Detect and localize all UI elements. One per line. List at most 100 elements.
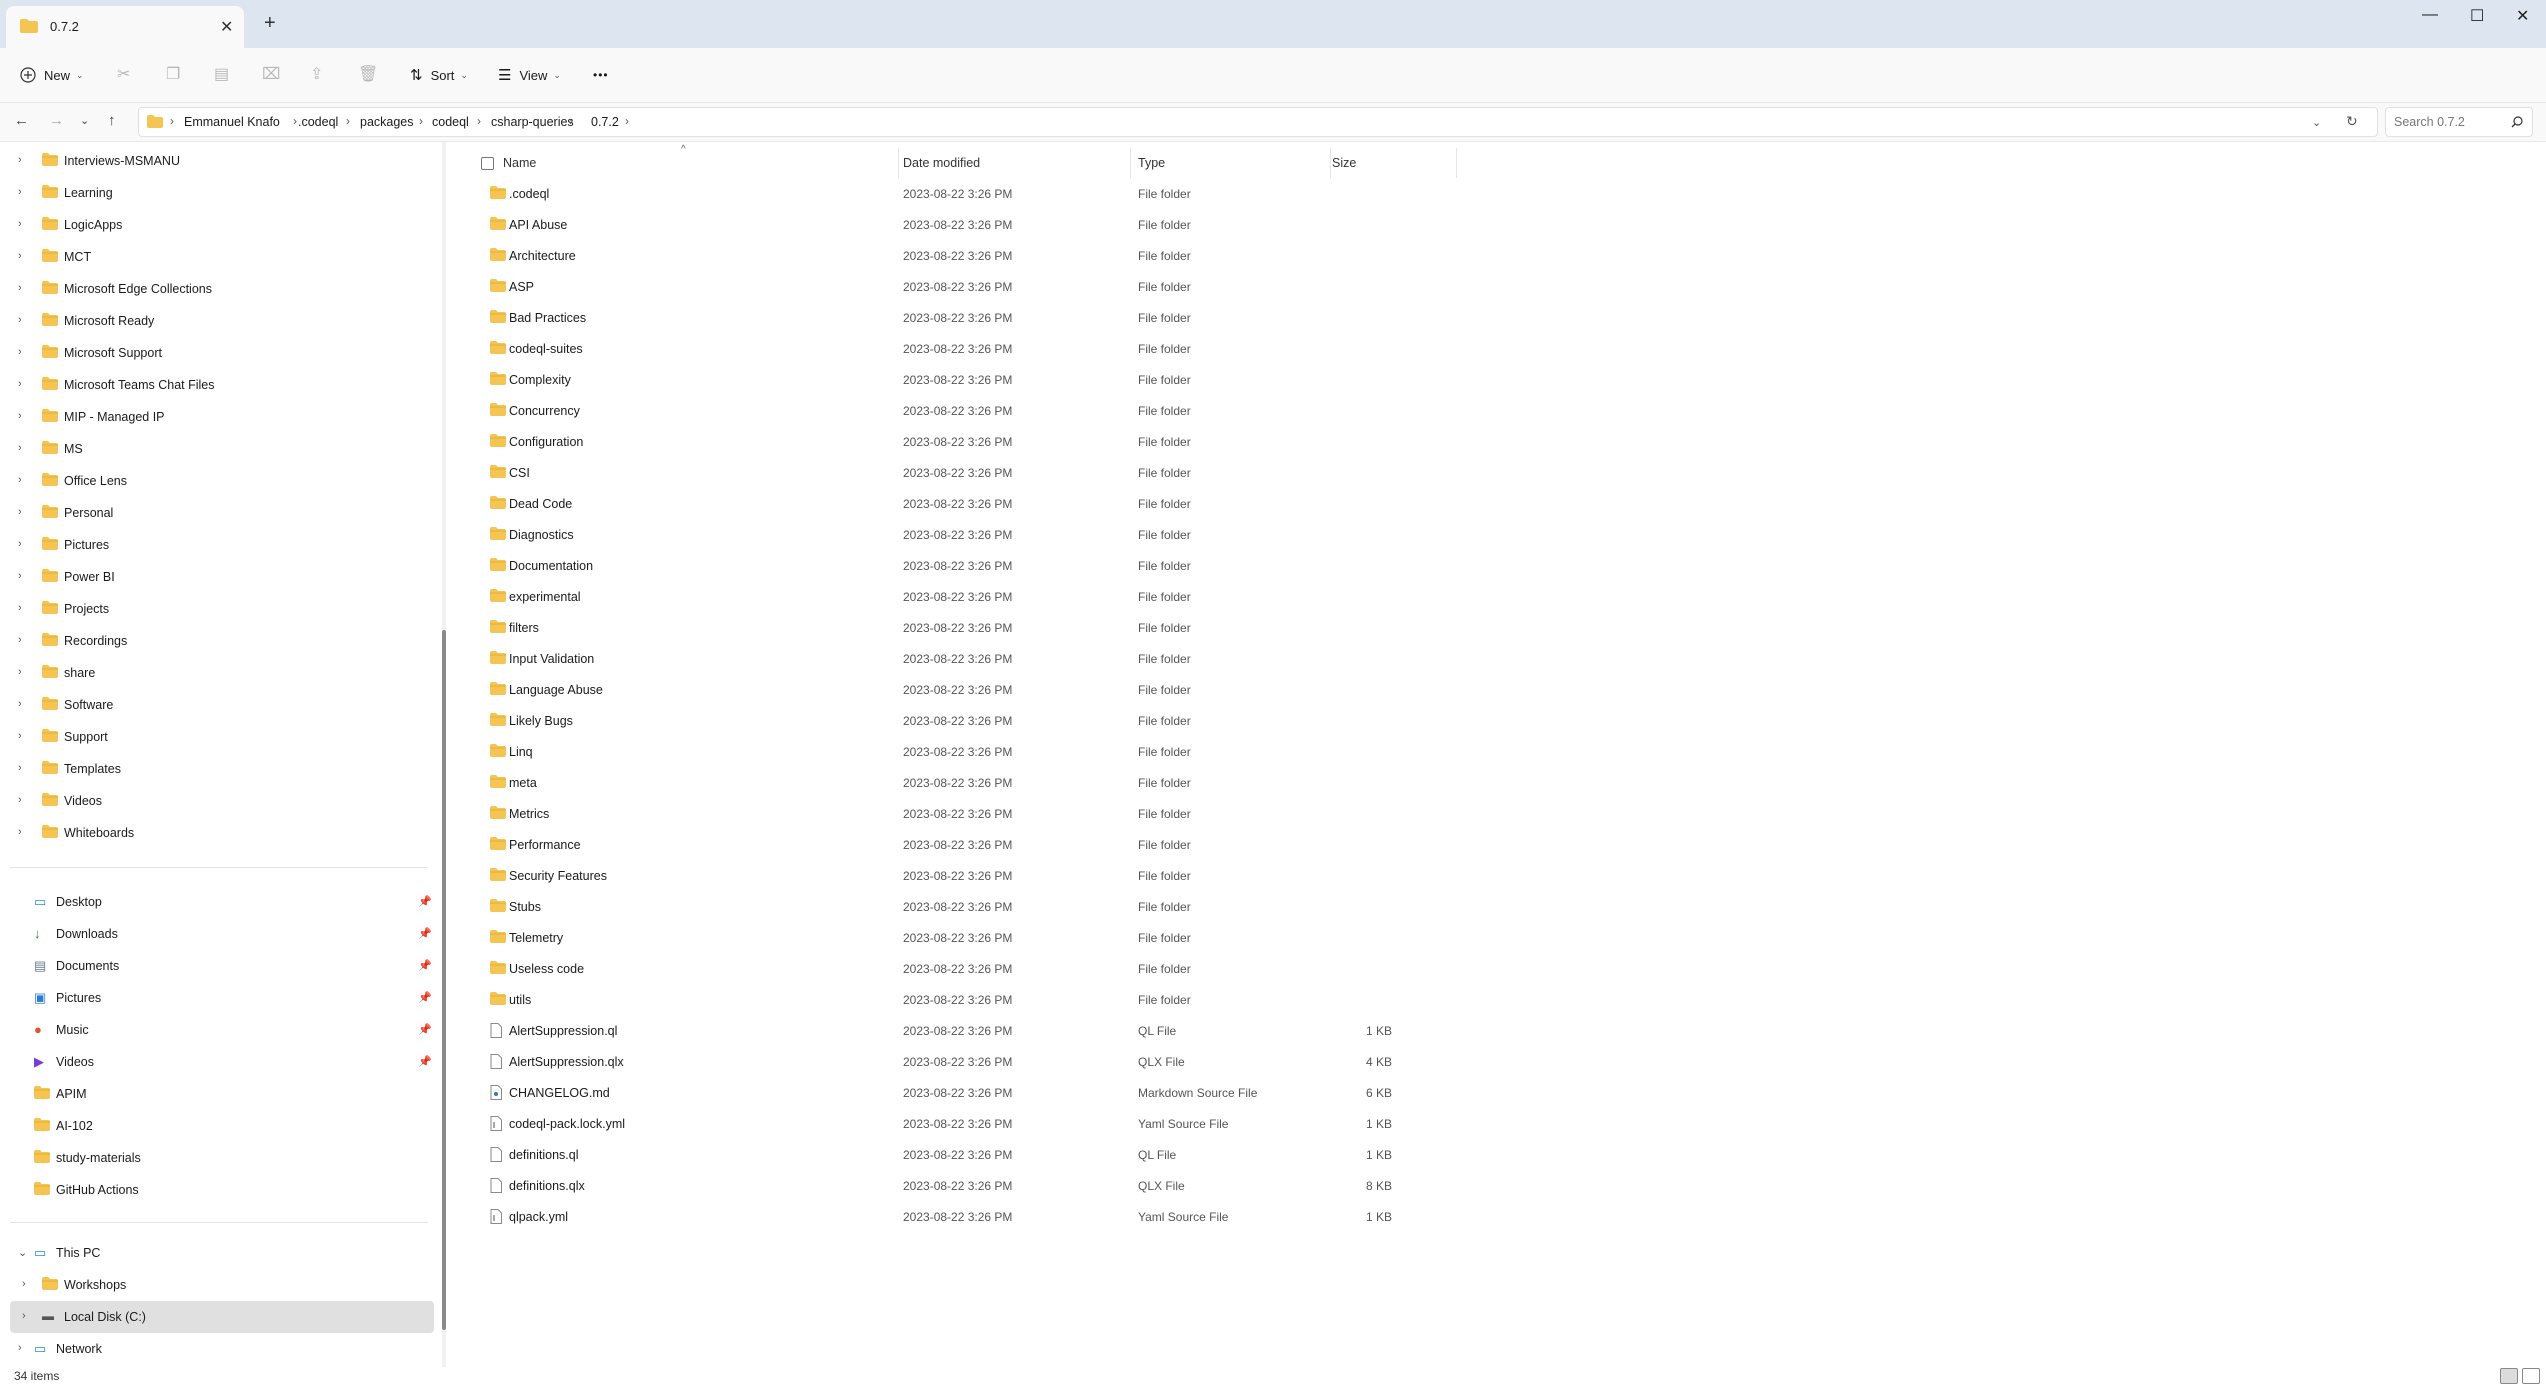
chevron-right-icon[interactable]: ›	[18, 602, 22, 614]
search-box[interactable]: Search 0.7.2	[2385, 107, 2533, 137]
quick-access-item[interactable]: GitHub Actions	[0, 1174, 434, 1206]
chevron-right-icon[interactable]: ›	[18, 442, 22, 454]
file-row[interactable]: Useless code 2023-08-22 3:26 PM File folde…	[480, 954, 1915, 985]
new-button[interactable]: New ⌄	[20, 62, 84, 88]
sidebar-item-this-pc[interactable]: ⌄ ▭ This PC	[0, 1237, 434, 1269]
search-input[interactable]: Search 0.7.2	[2394, 115, 2465, 129]
file-row[interactable]: Bad Practices 2023-08-22 3:26 PM File fold…	[480, 303, 1915, 334]
chevron-right-icon[interactable]: ›	[22, 1310, 26, 1322]
pin-icon[interactable]: 📌	[418, 895, 432, 908]
sidebar-item-workshops[interactable]: › Workshops	[0, 1269, 434, 1301]
address-bar[interactable]: › Emmanuel Knafo › .codeql › packages › …	[138, 107, 2378, 137]
sidebar-item[interactable]: › Power BI	[0, 561, 434, 593]
paste-icon[interactable]: ▤	[214, 64, 229, 84]
recent-chevron-icon[interactable]: ⌄	[80, 114, 89, 127]
sidebar-item[interactable]: › Support	[0, 721, 434, 753]
chevron-right-icon[interactable]: ›	[18, 186, 22, 198]
file-row[interactable]: Performance 2023-08-22 3:26 PM File folder	[480, 830, 1915, 861]
chevron-right-icon[interactable]: ›	[18, 762, 22, 774]
column-header-size[interactable]: Size	[1332, 156, 1356, 170]
file-row[interactable]: Security Features 2023-08-22 3:26 PM File …	[480, 861, 1915, 892]
file-row[interactable]: AlertSuppression.qlx 2023-08-22 3:26 PM QL…	[480, 1047, 1915, 1078]
file-row[interactable]: codeql-suites 2023-08-22 3:26 PM File fold…	[480, 334, 1915, 365]
sort-button[interactable]: ⇅ Sort ⌄	[410, 62, 468, 88]
sidebar-item[interactable]: › Microsoft Support	[0, 337, 434, 369]
file-row[interactable]: qlpack.yml 2023-08-22 3:26 PM Yaml Source …	[480, 1202, 1915, 1233]
chevron-right-icon[interactable]: ›	[18, 730, 22, 742]
chevron-right-icon[interactable]: ›	[18, 154, 22, 166]
close-window-icon[interactable]: ✕	[2516, 6, 2529, 26]
breadcrumb-item[interactable]: .codeql	[298, 115, 338, 129]
sidebar-item[interactable]: › Interviews-MSMANU	[0, 145, 434, 177]
sidebar-item[interactable]: › Templates	[0, 753, 434, 785]
file-row[interactable]: Metrics 2023-08-22 3:26 PM File folder	[480, 799, 1915, 830]
delete-icon[interactable]: 🗑	[358, 64, 378, 84]
chevron-right-icon[interactable]: ›	[18, 634, 22, 646]
breadcrumb-item[interactable]: packages	[360, 115, 414, 129]
chevron-right-icon[interactable]: ›	[18, 570, 22, 582]
file-row[interactable]: definitions.qlx 2023-08-22 3:26 PM QLX Fil…	[480, 1171, 1915, 1202]
file-row[interactable]: Architecture 2023-08-22 3:26 PM File folde…	[480, 241, 1915, 272]
sidebar-item[interactable]: › Videos	[0, 785, 434, 817]
tab-current[interactable]: 0.7.2 ✕	[6, 6, 244, 48]
chevron-right-icon[interactable]: ›	[18, 378, 22, 390]
file-row[interactable]: Input Validation 2023-08-22 3:26 PM File f…	[480, 644, 1915, 675]
breadcrumb-item[interactable]: codeql	[432, 115, 469, 129]
chevron-down-icon[interactable]: ⌄	[18, 1246, 27, 1259]
file-row[interactable]: AlertSuppression.ql 2023-08-22 3:26 PM QL …	[480, 1016, 1915, 1047]
sidebar-item[interactable]: › MIP - Managed IP	[0, 401, 434, 433]
file-row[interactable]: Diagnostics 2023-08-22 3:26 PM File folder	[480, 520, 1915, 551]
file-row[interactable]: codeql-pack.lock.yml 2023-08-22 3:26 PM Ya…	[480, 1109, 1915, 1140]
sidebar-item[interactable]: › Office Lens	[0, 465, 434, 497]
tab-close-icon[interactable]: ✕	[220, 17, 233, 37]
column-separator[interactable]	[1130, 148, 1131, 178]
sidebar-item[interactable]: › Recordings	[0, 625, 434, 657]
chevron-right-icon[interactable]: ›	[22, 1278, 26, 1290]
sidebar-item[interactable]: › LogicApps	[0, 209, 434, 241]
file-row[interactable]: Likely Bugs 2023-08-22 3:26 PM File folder	[480, 706, 1915, 737]
up-icon[interactable]: ↑	[108, 112, 116, 129]
sidebar-scroll-thumb[interactable]	[442, 630, 446, 1330]
view-button[interactable]: ☰ View ⌄	[498, 62, 561, 88]
sidebar-item[interactable]: › Projects	[0, 593, 434, 625]
breadcrumb-item[interactable]: Emmanuel Knafo	[184, 115, 280, 129]
file-row[interactable]: ASP 2023-08-22 3:26 PM File folder	[480, 272, 1915, 303]
chevron-right-icon[interactable]: ›	[18, 666, 22, 678]
chevron-right-icon[interactable]: ›	[18, 250, 22, 262]
rename-icon[interactable]: ⌧	[262, 64, 280, 84]
back-icon[interactable]: ←	[14, 112, 29, 129]
quick-access-item[interactable]: ▣ Pictures 📌	[0, 982, 434, 1014]
sidebar-item-local-disk[interactable]: › ▬ Local Disk (C:)	[10, 1301, 434, 1333]
column-header-type[interactable]: Type	[1138, 156, 1165, 170]
sidebar-item[interactable]: › Microsoft Edge Collections	[0, 273, 434, 305]
pin-icon[interactable]: 📌	[418, 927, 432, 940]
column-separator[interactable]	[1456, 148, 1457, 178]
maximize-icon[interactable]: ☐	[2470, 6, 2484, 26]
sidebar-item[interactable]: › Personal	[0, 497, 434, 529]
file-row[interactable]: API Abuse 2023-08-22 3:26 PM File folder	[480, 210, 1915, 241]
file-row[interactable]: Language Abuse 2023-08-22 3:26 PM File fol…	[480, 675, 1915, 706]
file-row[interactable]: definitions.ql 2023-08-22 3:26 PM QL File 1…	[480, 1140, 1915, 1171]
share-icon[interactable]: ⇪	[310, 64, 323, 84]
pin-icon[interactable]: 📌	[418, 1055, 432, 1068]
pin-icon[interactable]: 📌	[418, 959, 432, 972]
column-header-date[interactable]: Date modified	[903, 156, 980, 170]
sidebar-item[interactable]: › share	[0, 657, 434, 689]
sidebar-item[interactable]: › Pictures	[0, 529, 434, 561]
more-options-icon[interactable]: •••	[593, 62, 609, 88]
chevron-right-icon[interactable]: ›	[18, 474, 22, 486]
tiles-view-icon[interactable]	[2522, 1368, 2540, 1384]
refresh-icon[interactable]: ↻	[2346, 113, 2358, 130]
chevron-right-icon[interactable]: ›	[18, 314, 22, 326]
quick-access-item[interactable]: ▶ Videos 📌	[0, 1046, 434, 1078]
minimize-icon[interactable]: —	[2422, 6, 2438, 24]
quick-access-item[interactable]: study-materials	[0, 1142, 434, 1174]
quick-access-item[interactable]: ↓ Downloads 📌	[0, 918, 434, 950]
file-row[interactable]: Linq 2023-08-22 3:26 PM File folder	[480, 737, 1915, 768]
chevron-right-icon[interactable]: ›	[18, 410, 22, 422]
file-row[interactable]: Complexity 2023-08-22 3:26 PM File folder	[480, 365, 1915, 396]
breadcrumb-item[interactable]: csharp-queries	[491, 115, 574, 129]
sidebar-item[interactable]: › Microsoft Teams Chat Files	[0, 369, 434, 401]
forward-icon[interactable]: →	[49, 112, 64, 129]
file-row[interactable]: Telemetry 2023-08-22 3:26 PM File folder	[480, 923, 1915, 954]
